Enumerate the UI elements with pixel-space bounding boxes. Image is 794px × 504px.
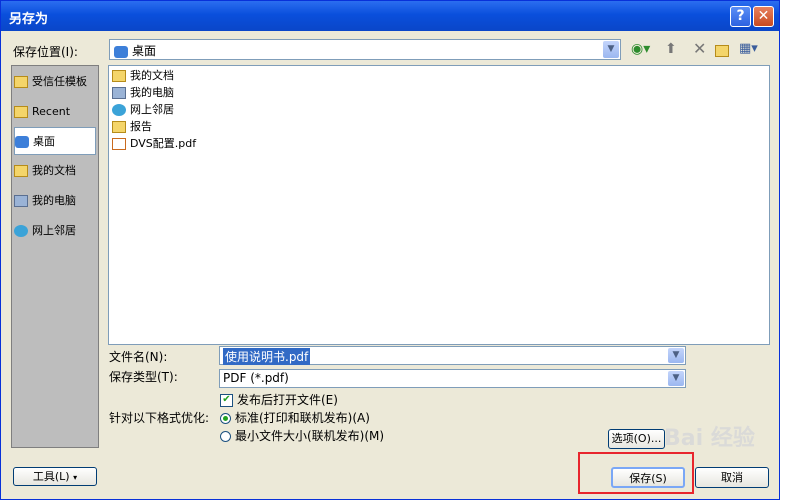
place-network[interactable]: 网上邻居	[14, 217, 96, 245]
file-item[interactable]: 我的电脑	[112, 84, 174, 101]
folder-icon	[14, 106, 28, 118]
network-icon	[14, 225, 28, 237]
check-icon: ✔	[220, 394, 233, 407]
optimize-label: 针对以下格式优化:	[109, 411, 210, 425]
views-menu-icon[interactable]: ▦▾	[739, 41, 758, 56]
file-name: 报告	[130, 120, 152, 133]
filename-input[interactable]: 使用说明书.pdf ▼	[219, 346, 686, 365]
tools-label: 工具(L)	[32, 470, 70, 483]
place-my-computer[interactable]: 我的电脑	[14, 187, 96, 215]
pdf-file-icon	[112, 138, 126, 150]
desktop-icon	[114, 45, 128, 58]
file-item[interactable]: 报告	[112, 118, 152, 135]
folder-icon	[14, 76, 28, 88]
file-item[interactable]: DVS配置.pdf	[112, 135, 196, 152]
chevron-down-icon: ▾	[73, 473, 78, 482]
help-button[interactable]: ?	[730, 6, 751, 27]
up-folder-icon[interactable]: ⬆	[665, 41, 677, 57]
chevron-down-icon[interactable]: ▼	[668, 348, 684, 363]
chevron-down-icon[interactable]: ▼	[603, 41, 619, 58]
new-folder-glyph	[715, 44, 729, 57]
place-my-documents[interactable]: 我的文档	[14, 157, 96, 185]
file-name: 我的电脑	[130, 86, 174, 99]
back-icon[interactable]: ◉▾	[631, 41, 650, 57]
filetype-value: PDF (*.pdf)	[223, 371, 289, 385]
delete-icon[interactable]: ✕	[693, 39, 706, 58]
cancel-button[interactable]: 取消	[695, 467, 769, 488]
place-recent[interactable]: Recent	[14, 98, 96, 126]
location-select[interactable]: 桌面 ▼	[109, 39, 621, 60]
network-icon	[112, 104, 126, 116]
title-bar[interactable]: 另存为 ? ✕	[1, 1, 779, 31]
open-after-label: 发布后打开文件(E)	[237, 393, 338, 407]
open-after-publish-checkbox[interactable]: ✔ 发布后打开文件(E)	[220, 391, 338, 408]
file-item[interactable]: 我的文档	[112, 67, 174, 84]
desktop-icon	[15, 136, 29, 148]
filename-label: 文件名(N):	[109, 350, 168, 364]
tools-button[interactable]: 工具(L) ▾	[13, 467, 97, 486]
window-title: 另存为	[9, 12, 49, 27]
location-value-wrap: 桌面	[114, 42, 156, 59]
highlight-box	[578, 452, 694, 494]
radio-label: 最小文件大小(联机发布)(M)	[235, 429, 385, 443]
file-list[interactable]: 我的文档 我的电脑 网上邻居 报告 DVS配置.pdf	[108, 65, 770, 345]
file-name: 我的文档	[130, 69, 174, 82]
place-label: 桌面	[33, 135, 55, 148]
places-bar: 受信任模板 Recent 桌面 我的文档 我的电脑 网上邻居	[11, 65, 99, 448]
chevron-down-icon[interactable]: ▼	[668, 371, 684, 386]
save-as-dialog: 另存为 ? ✕ 保存位置(I): 桌面 ▼ ◉▾ ⬆ ✕ ▦▾ 受信任模板 Re…	[0, 0, 780, 500]
file-name: 网上邻居	[130, 103, 174, 116]
file-item[interactable]: 网上邻居	[112, 101, 174, 118]
place-label: 我的文档	[32, 164, 76, 177]
filetype-label: 保存类型(T):	[109, 370, 178, 384]
radio-selected-icon	[220, 413, 231, 424]
radio-unselected-icon	[220, 431, 231, 442]
filename-value: 使用说明书.pdf	[223, 348, 311, 365]
folder-icon	[14, 165, 28, 177]
folder-icon	[112, 121, 126, 133]
options-button[interactable]: 选项(O)...	[608, 429, 665, 449]
folder-icon	[112, 70, 126, 82]
place-label: Recent	[32, 105, 71, 118]
computer-icon	[112, 87, 126, 99]
file-name: DVS配置.pdf	[130, 137, 197, 150]
watermark: Bai 经验	[664, 426, 755, 451]
location-value: 桌面	[132, 44, 157, 58]
computer-icon	[14, 195, 28, 207]
place-label: 网上邻居	[32, 224, 76, 237]
place-trusted-templates[interactable]: 受信任模板	[14, 68, 96, 96]
place-desktop[interactable]: 桌面	[14, 127, 96, 155]
optimize-standard-radio[interactable]: 标准(打印和联机发布)(A)	[220, 409, 370, 426]
new-folder-icon[interactable]	[715, 43, 733, 57]
filetype-select[interactable]: PDF (*.pdf) ▼	[219, 369, 686, 388]
place-label: 我的电脑	[32, 194, 76, 207]
optimize-minimum-radio[interactable]: 最小文件大小(联机发布)(M)	[220, 427, 384, 444]
close-button[interactable]: ✕	[753, 6, 774, 27]
place-label: 受信任模板	[32, 75, 87, 88]
radio-label: 标准(打印和联机发布)(A)	[235, 411, 370, 425]
location-label: 保存位置(I):	[13, 45, 78, 59]
